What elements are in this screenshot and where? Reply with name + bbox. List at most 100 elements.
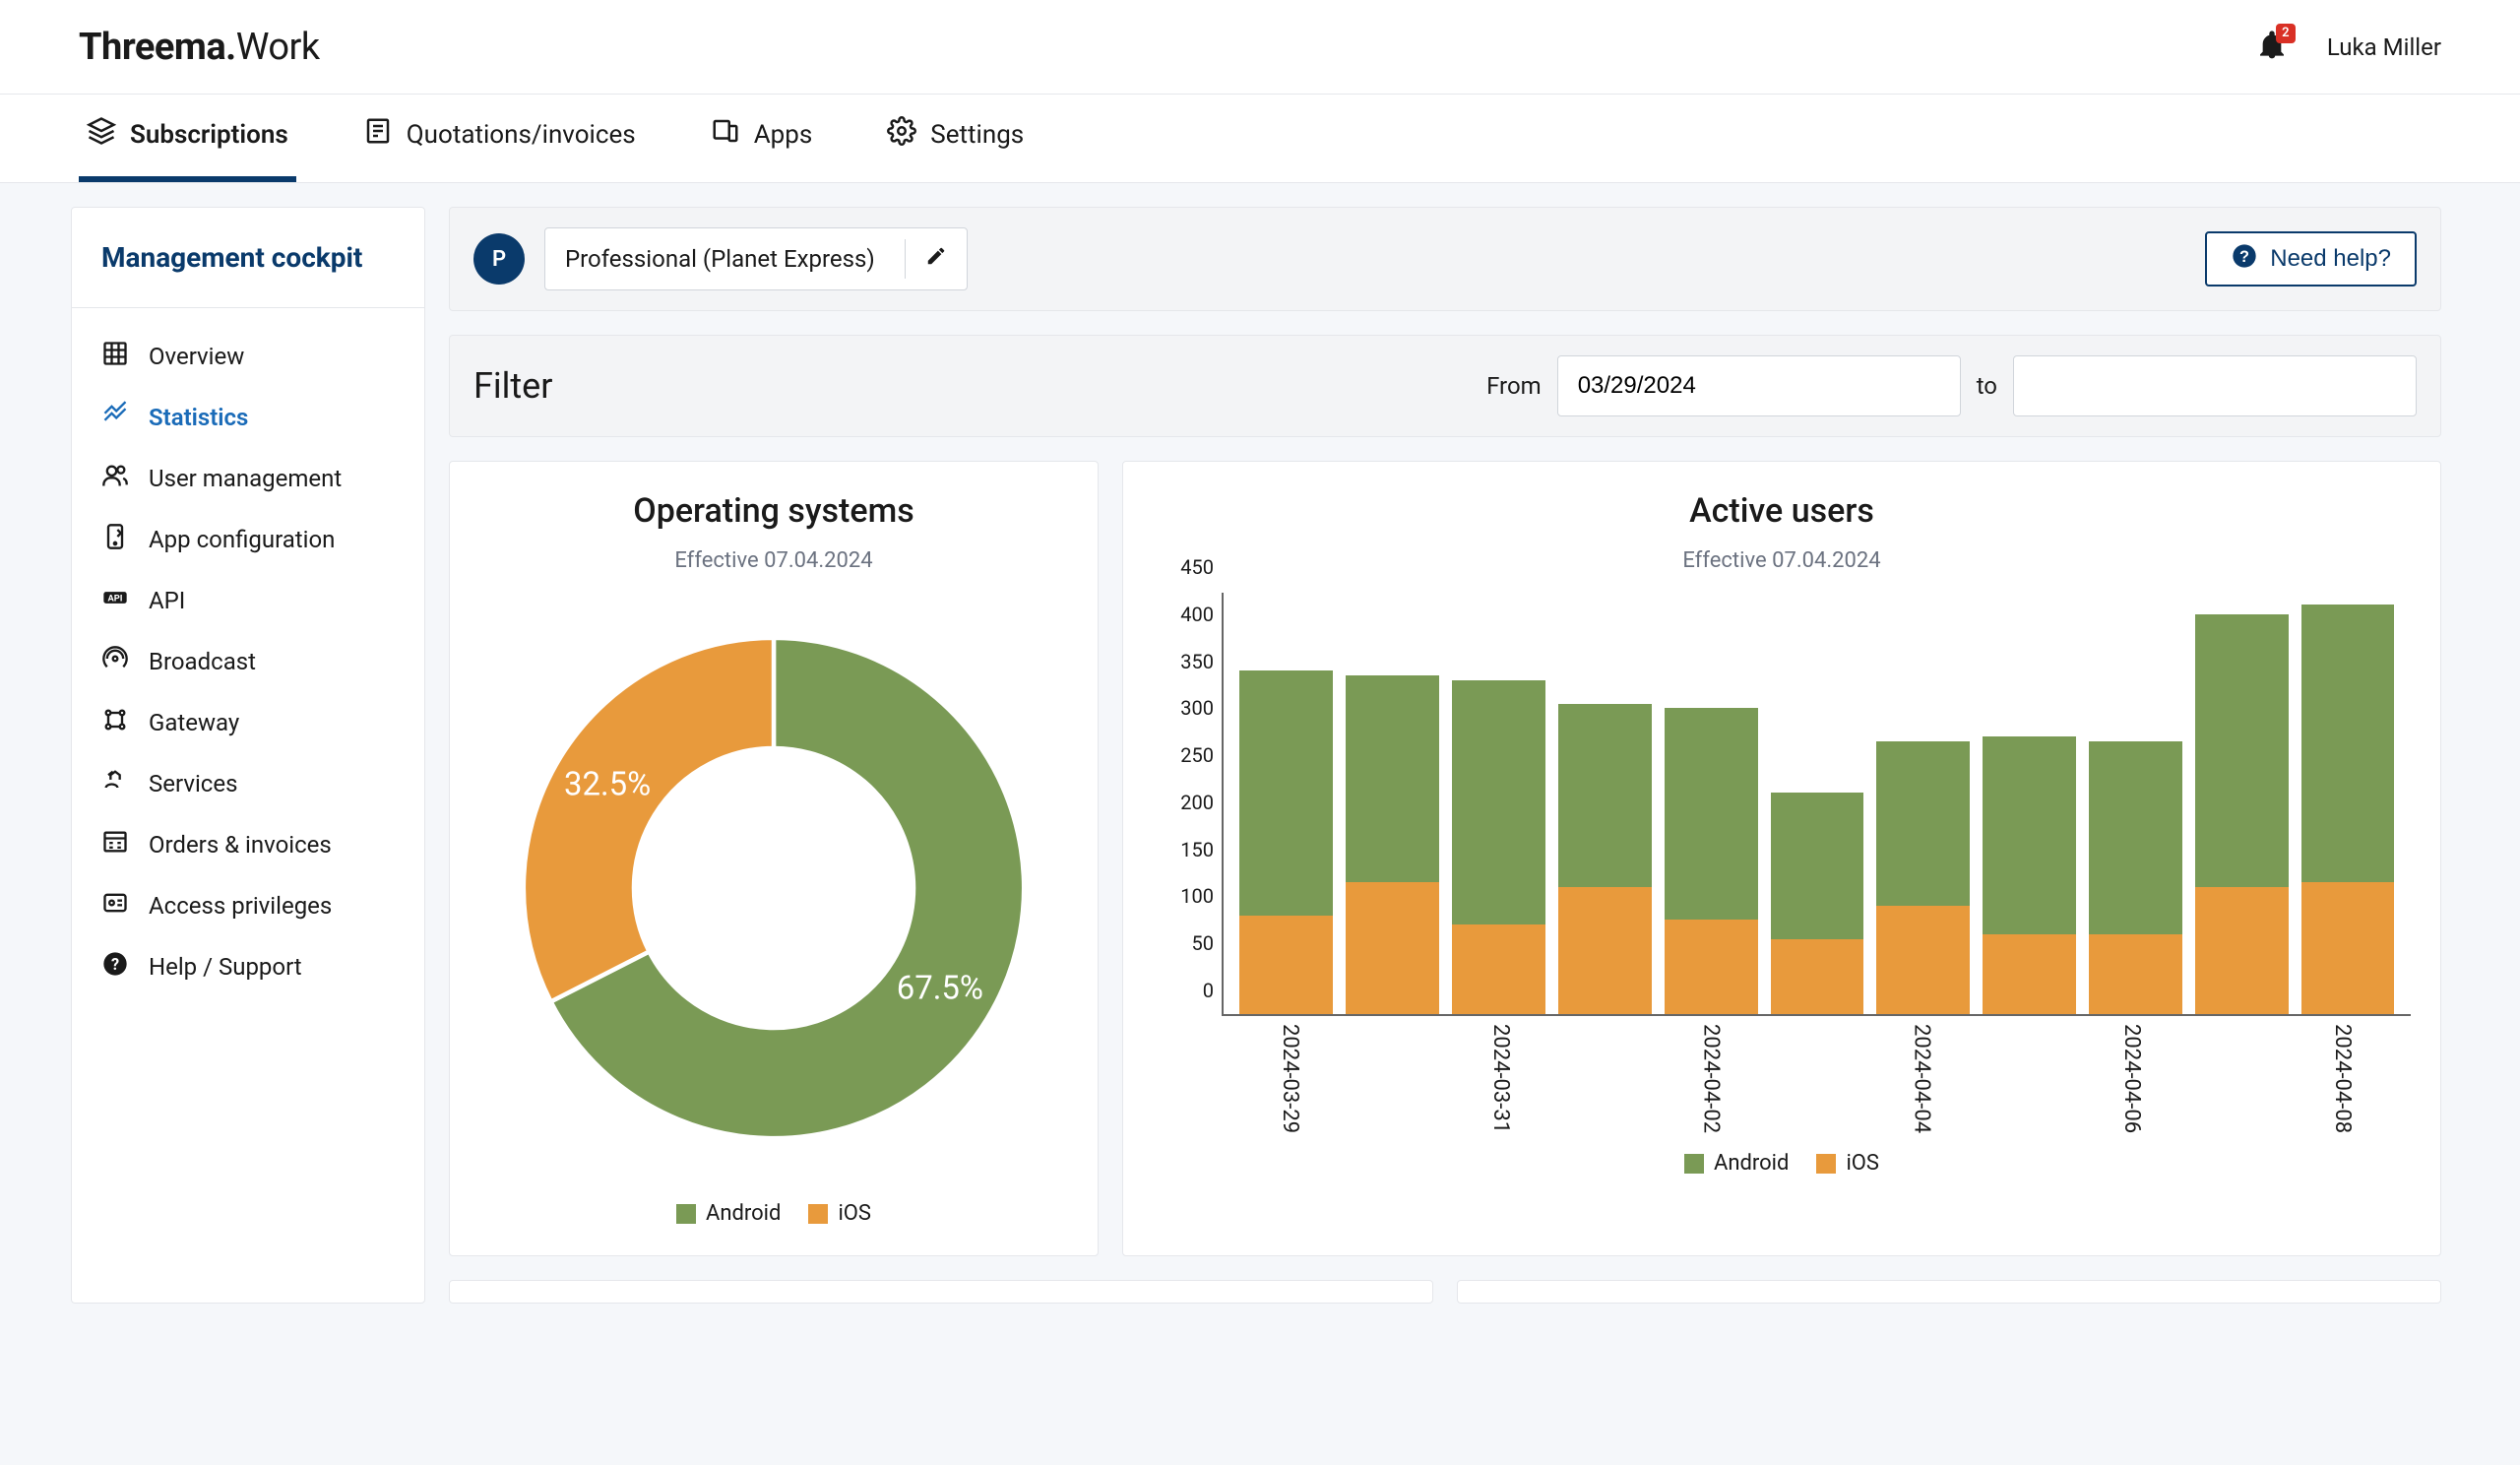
os-donut-chart: 67.5%32.5% [479, 593, 1068, 1183]
bar-segment [1771, 939, 1864, 1014]
bar-segment [1876, 906, 1970, 1014]
sidebar-item-label: User management [149, 465, 342, 492]
brand-logo: Threema.Work [79, 26, 320, 69]
question-icon: ? [2231, 242, 2258, 277]
sidebar-item-orders-invoices[interactable]: Orders & invoices [72, 814, 424, 875]
help-label: Need help? [2270, 245, 2391, 273]
svg-text:32.5%: 32.5% [564, 765, 651, 803]
sidebar-item-services[interactable]: Services [72, 753, 424, 814]
sidebar-icon [101, 889, 129, 923]
bar-segment [1558, 704, 1652, 887]
sidebar-item-label: Gateway [149, 709, 239, 736]
users-subtitle: Effective 07.04.2024 [1153, 548, 2411, 573]
bar-segment [1346, 882, 1439, 1014]
tab-label: Settings [930, 120, 1024, 150]
bar-column [1876, 741, 1970, 1014]
sidebar-item-user-management[interactable]: User management [72, 448, 424, 509]
filter-title: Filter [473, 365, 1471, 407]
notifications-button[interactable]: 2 [2256, 30, 2288, 65]
sidebar-icon [101, 828, 129, 861]
brand-part2: Work [236, 26, 320, 69]
legend-item: Android [1684, 1151, 1789, 1176]
bar-segment [2195, 887, 2289, 1014]
y-tick: 150 [1155, 838, 1214, 861]
sidebar-item-label: Services [149, 770, 237, 797]
bar-segment [1346, 675, 1439, 882]
sidebar-item-gateway[interactable]: Gateway [72, 692, 424, 753]
divider [905, 239, 906, 279]
layers-icon [87, 116, 116, 153]
filter-to-input[interactable] [2013, 355, 2417, 416]
sidebar-item-label: Statistics [149, 404, 248, 431]
notification-count: 2 [2276, 24, 2296, 43]
sidebar-item-label: API [149, 587, 185, 614]
bar-column [1558, 704, 1652, 1014]
sidebar-item-broadcast[interactable]: Broadcast [72, 631, 424, 692]
x-tick: 2024-04-08 [2330, 1024, 2355, 1133]
bar-column [1346, 675, 1439, 1014]
tab-quotations[interactable]: Quotations/invoices [355, 116, 644, 182]
svg-text:?: ? [111, 955, 119, 974]
os-title: Operating systems [479, 491, 1068, 531]
sidebar-item-label: App configuration [149, 526, 335, 553]
plan-name: Professional (Planet Express) [565, 245, 875, 273]
sidebar-item-app-configuration[interactable]: App configuration [72, 509, 424, 570]
legend-item: iOS [1816, 1151, 1879, 1176]
sidebar-title: Management cockpit [72, 208, 424, 308]
bar-column [2195, 614, 2289, 1014]
placeholder-card [1457, 1280, 2441, 1304]
bar-segment [1876, 741, 1970, 906]
bar-segment [2301, 882, 2395, 1014]
top-nav: Subscriptions Quotations/invoices Apps S… [0, 95, 2520, 183]
sidebar-item-access-privileges[interactable]: Access privileges [72, 875, 424, 936]
sidebar-item-api[interactable]: APIAPI [72, 570, 424, 631]
help-button[interactable]: ? Need help? [2205, 231, 2417, 287]
next-row [449, 1280, 2441, 1304]
users-title: Active users [1153, 491, 2411, 531]
sidebar-icon [101, 706, 129, 739]
y-tick: 200 [1155, 791, 1214, 814]
brand-part1: Threema. [79, 26, 236, 69]
gear-icon [887, 116, 916, 153]
y-tick: 250 [1155, 743, 1214, 767]
edit-icon[interactable] [925, 245, 947, 273]
bar-segment [1665, 708, 1758, 920]
bar-segment [1983, 736, 2076, 934]
filter-to-label: to [1977, 372, 1997, 400]
sidebar-item-statistics[interactable]: Statistics [72, 387, 424, 448]
x-tick: 2024-04-06 [2119, 1024, 2144, 1133]
bar-segment [2195, 614, 2289, 887]
bar-column [1239, 670, 1333, 1014]
sidebar-icon [101, 645, 129, 678]
bar-column [2089, 741, 2182, 1014]
user-menu[interactable]: Luka Miller [2327, 33, 2441, 61]
tab-label: Subscriptions [130, 120, 288, 150]
main-content: Management cockpit Overview Statistics Use… [0, 183, 2520, 1327]
sidebar-item-overview[interactable]: Overview [72, 326, 424, 387]
x-tick: 2024-03-31 [1488, 1024, 1513, 1133]
plan-selector[interactable]: Professional (Planet Express) [544, 227, 968, 290]
devices-icon [711, 116, 740, 153]
bar-segment [1239, 916, 1333, 1014]
filter-from-input[interactable] [1557, 355, 1961, 416]
tab-subscriptions[interactable]: Subscriptions [79, 116, 296, 182]
y-tick: 0 [1155, 979, 1214, 1002]
bell-icon [2256, 46, 2288, 65]
sidebar-item-label: Broadcast [149, 648, 256, 675]
sidebar-icon [101, 523, 129, 556]
bar-segment [1452, 924, 1545, 1014]
sidebar-item-label: Overview [149, 343, 244, 370]
y-tick: 100 [1155, 884, 1214, 908]
sidebar-item-help-support[interactable]: ?Help / Support [72, 936, 424, 997]
tab-apps[interactable]: Apps [703, 116, 821, 182]
x-tick: 2024-04-04 [1909, 1024, 1933, 1133]
users-bar-chart: 050100150200250300350400450 2024-03-2920… [1153, 593, 2411, 1133]
y-tick: 450 [1155, 555, 1214, 579]
bar-segment [1239, 670, 1333, 915]
tab-settings[interactable]: Settings [879, 116, 1032, 182]
sidebar: Management cockpit Overview Statistics Use… [71, 207, 425, 1304]
y-tick: 300 [1155, 696, 1214, 720]
filter-bar: Filter From to [449, 335, 2441, 437]
bar-column [1452, 680, 1545, 1014]
filter-from-label: From [1486, 372, 1542, 400]
